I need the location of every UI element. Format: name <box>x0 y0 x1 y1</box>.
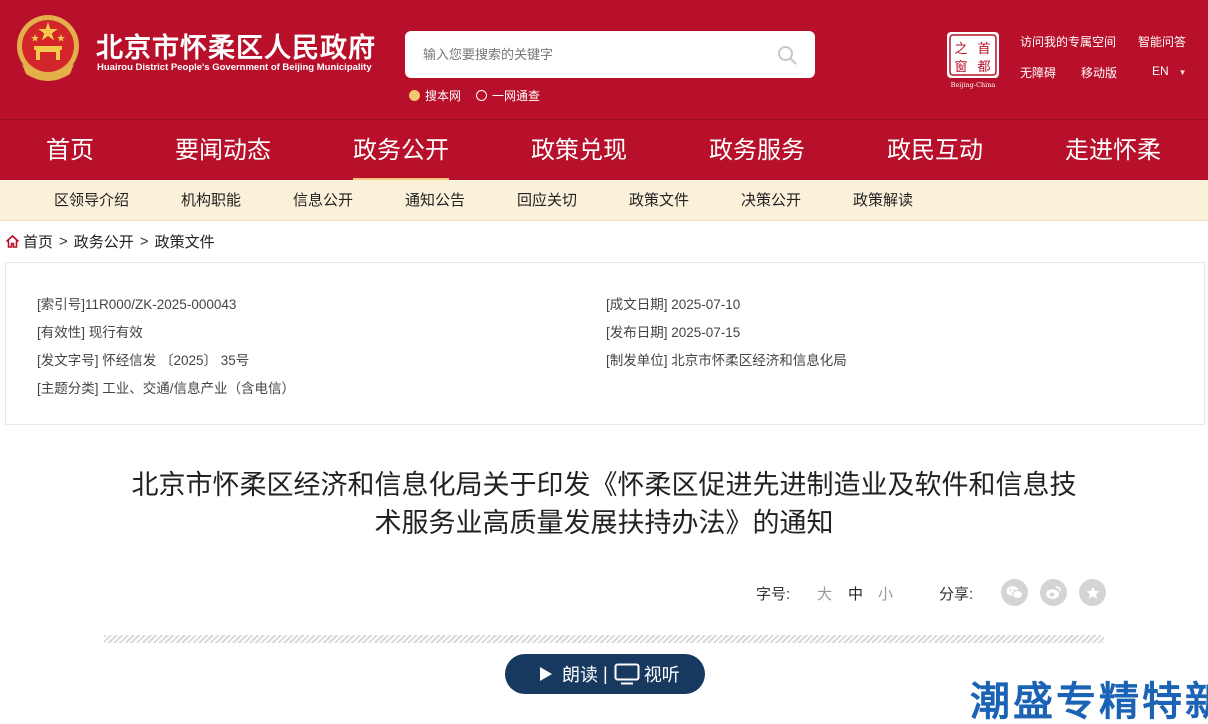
breadcrumb: 首页 > 政务公开 > 政策文件 <box>5 231 215 251</box>
meta-created-date: [成文日期] 2025-07-10 <box>606 297 741 312</box>
home-icon <box>5 234 20 248</box>
site-header: 北京市怀柔区人民政府 Huairou District People's Gov… <box>0 0 1208 119</box>
subnav-policy-docs[interactable]: 政策文件 <box>629 180 689 221</box>
national-emblem-icon[interactable] <box>14 12 82 84</box>
search-scope-site[interactable]: 搜本网 <box>409 88 462 103</box>
read-aloud-button[interactable]: 朗读 <box>539 661 598 687</box>
subnav-leaders[interactable]: 区领导介绍 <box>54 180 129 221</box>
capital-window-logo[interactable]: 之 首 窗 都 Beijing-China <box>946 31 1000 89</box>
logo-char: 都 <box>977 60 990 75</box>
monitor-icon <box>614 663 640 685</box>
search-input[interactable] <box>423 41 763 68</box>
personal-space-link[interactable]: 访问我的专属空间 <box>1020 33 1116 50</box>
wechat-icon[interactable] <box>1001 579 1028 606</box>
search-scope-label: 一网通查 <box>492 88 541 103</box>
meta-topic: [主题分类] 工业、交通/信息产业（含电信） <box>37 381 296 396</box>
radio-unchecked-icon <box>476 89 487 101</box>
weibo-icon[interactable] <box>1040 579 1067 606</box>
subnav-policy-interpretation[interactable]: 政策解读 <box>853 180 913 221</box>
meta-validity: [有效性] 现行有效 <box>37 325 143 340</box>
video-listen-label: 视听 <box>643 665 680 685</box>
watermark-text: 潮盛专精特新 <box>970 679 1208 724</box>
audio-controls: 朗读 | 视听 <box>505 654 705 694</box>
mobile-version-link[interactable]: 移动版 <box>1081 64 1117 81</box>
breadcrumb-home[interactable]: 首页 <box>23 231 53 252</box>
breadcrumb-separator: > <box>59 232 68 250</box>
breadcrumb-gov-affairs[interactable]: 政务公开 <box>74 231 134 252</box>
font-size-small[interactable]: 小 <box>878 583 893 604</box>
sub-nav: 区领导介绍 机构职能 信息公开 通知公告 回应关切 政策文件 决策公开 政策解读 <box>0 180 1208 221</box>
meta-document-number: [发文字号] 怀经信发 〔2025〕 35号 <box>37 353 250 368</box>
radio-checked-icon <box>409 89 420 101</box>
logo-char: 首 <box>977 42 990 57</box>
video-listen-button[interactable]: 视听 <box>614 661 680 687</box>
main-nav: 首页 要闻动态 政务公开 政策兑现 政务服务 政民互动 走进怀柔 <box>0 119 1208 181</box>
site-subtitle: Huairou District People's Government of … <box>97 62 372 73</box>
meta-index-number: [索引号]11R000/ZK-2025-000043 <box>37 297 237 312</box>
breadcrumb-separator: > <box>139 232 149 250</box>
search-icon[interactable] <box>777 45 797 65</box>
nav-interaction[interactable]: 政民互动 <box>887 120 983 181</box>
content-divider <box>104 635 1104 643</box>
nav-home[interactable]: 首页 <box>46 120 94 181</box>
audio-separator: | <box>603 663 608 684</box>
subnav-notices[interactable]: 通知公告 <box>405 180 465 221</box>
accessibility-link[interactable]: 无障碍 <box>1020 64 1056 81</box>
favorite-icon[interactable] <box>1079 579 1106 606</box>
document-meta-box: [索引号]11R000/ZK-2025-000043 [有效性] 现行有效 [发… <box>5 262 1205 425</box>
meta-published-date: [发布日期] 2025-07-15 <box>606 325 741 340</box>
site-title[interactable]: 北京市怀柔区人民政府 <box>96 26 376 65</box>
logo-caption: Beijing-China <box>951 81 996 89</box>
share-label: 分享: <box>939 586 974 603</box>
subnav-responses[interactable]: 回应关切 <box>517 180 577 221</box>
smart-qa-link[interactable]: 智能问答 <box>1138 33 1186 50</box>
font-size-medium[interactable]: 中 <box>848 583 863 604</box>
font-size-large[interactable]: 大 <box>817 583 832 604</box>
document-title-line: 术服务业高质量发展扶持办法》的通知 <box>374 508 834 538</box>
subnav-functions[interactable]: 机构职能 <box>181 180 241 221</box>
font-size-label: 字号: <box>756 586 791 603</box>
meta-issuer: [制发单位] 北京市怀柔区经济和信息化局 <box>606 353 847 368</box>
nav-gov-services[interactable]: 政务服务 <box>709 120 805 181</box>
nav-gov-affairs[interactable]: 政务公开 <box>353 120 449 181</box>
nav-news[interactable]: 要闻动态 <box>175 120 271 181</box>
language-label: EN <box>1152 64 1169 78</box>
document-title: 北京市怀柔区经济和信息化局关于印发《怀柔区促进先进制造业及软件和信息技 术服务业… <box>104 466 1104 542</box>
search-scope-all[interactable]: 一网通查 <box>476 88 541 103</box>
search-box <box>405 31 815 78</box>
subnav-decisions[interactable]: 决策公开 <box>741 180 801 221</box>
nav-about-huairou[interactable]: 走进怀柔 <box>1065 120 1161 181</box>
breadcrumb-policy-docs[interactable]: 政策文件 <box>155 231 215 252</box>
nav-policy-fulfillment[interactable]: 政策兑现 <box>531 120 627 181</box>
language-switch[interactable]: EN ▼ <box>1152 64 1187 78</box>
caret-down-icon: ▼ <box>1178 68 1187 77</box>
document-title-line: 北京市怀柔区经济和信息化局关于印发《怀柔区促进先进制造业及软件和信息技 <box>131 470 1077 500</box>
logo-char: 之 <box>954 42 967 57</box>
subnav-info-disclosure[interactable]: 信息公开 <box>293 180 353 221</box>
read-aloud-label: 朗读 <box>562 665 598 685</box>
logo-char: 窗 <box>954 59 967 75</box>
play-icon <box>540 667 552 681</box>
search-scope-label: 搜本网 <box>425 88 462 103</box>
